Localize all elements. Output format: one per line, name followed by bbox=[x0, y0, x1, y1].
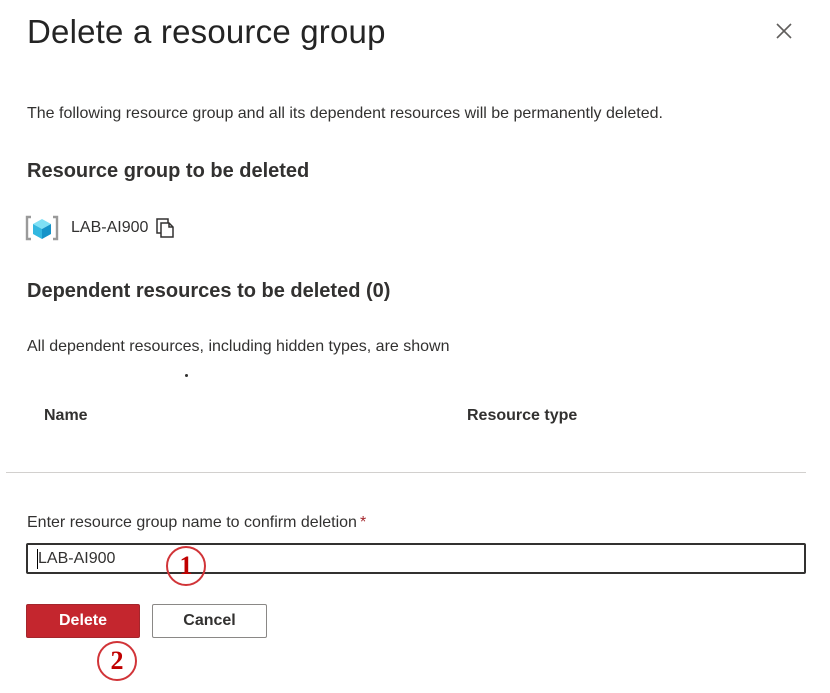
step-2-number: 2 bbox=[110, 646, 124, 675]
close-icon bbox=[776, 23, 792, 39]
required-marker: * bbox=[359, 514, 367, 531]
resource-group-icon bbox=[25, 215, 59, 241]
confirm-label-text: Enter resource group name to confirm del… bbox=[27, 514, 357, 531]
confirm-name-input[interactable] bbox=[26, 543, 806, 574]
copy-icon[interactable] bbox=[156, 218, 175, 238]
text-cursor bbox=[37, 549, 38, 569]
column-header-resource-type[interactable]: Resource type bbox=[467, 407, 577, 425]
resource-group-item: LAB-AI900 bbox=[25, 214, 175, 242]
close-button[interactable] bbox=[770, 17, 798, 45]
dialog-description: The following resource group and all its… bbox=[27, 105, 663, 122]
cancel-button[interactable]: Cancel bbox=[152, 604, 267, 638]
resource-group-heading: Resource group to be deleted bbox=[27, 160, 310, 182]
step-1-number: 1 bbox=[179, 551, 193, 580]
confirm-label: Enter resource group name to confirm del… bbox=[27, 514, 366, 532]
stray-dot bbox=[185, 374, 188, 377]
delete-button[interactable]: Delete bbox=[26, 604, 140, 638]
step-1-callout: 1 bbox=[166, 546, 206, 586]
dialog-title: Delete a resource group bbox=[27, 13, 386, 50]
step-2-callout: 2 bbox=[97, 641, 137, 681]
resource-group-name: LAB-AI900 bbox=[71, 219, 149, 236]
dependent-resources-note: All dependent resources, including hidde… bbox=[27, 338, 450, 355]
divider bbox=[6, 472, 806, 473]
dependent-resources-heading: Dependent resources to be deleted (0) bbox=[27, 280, 391, 302]
column-header-name[interactable]: Name bbox=[44, 407, 88, 425]
